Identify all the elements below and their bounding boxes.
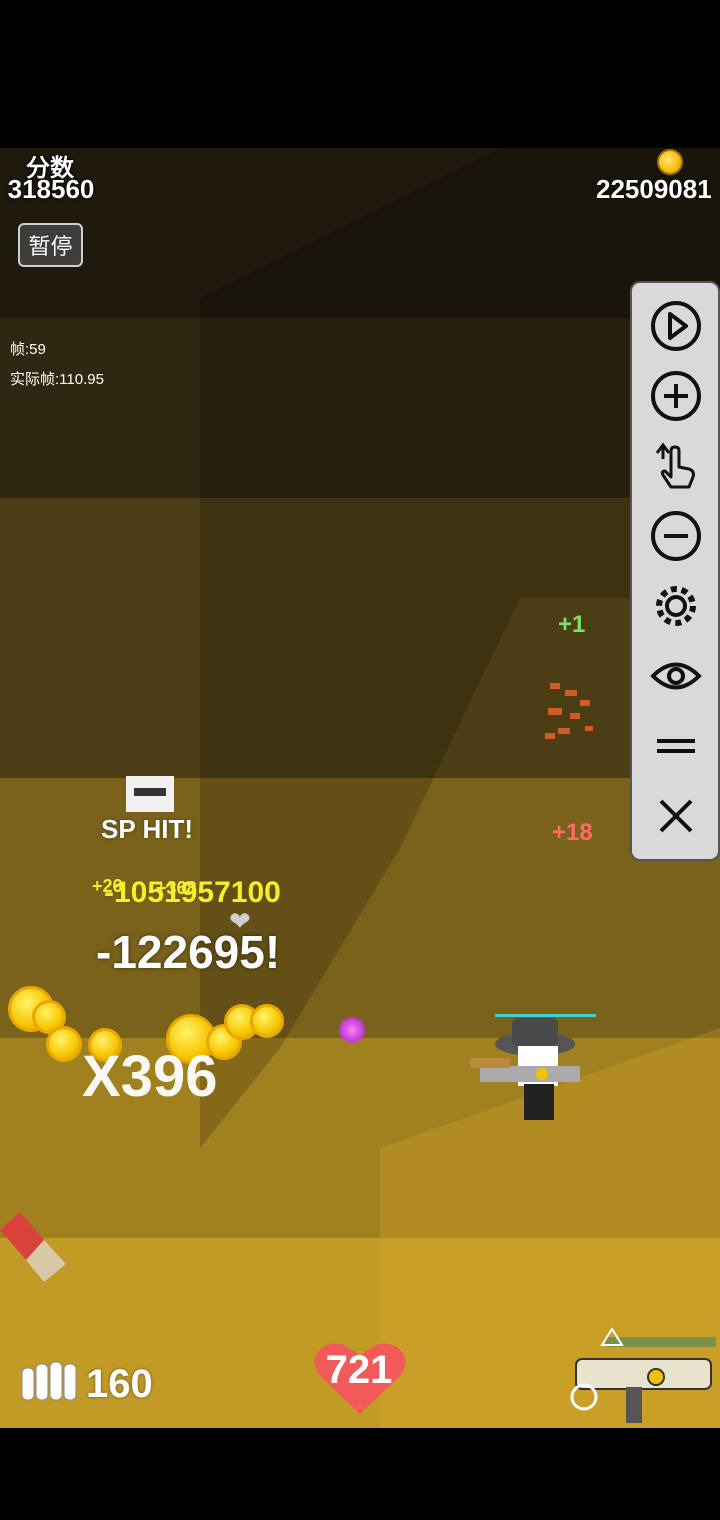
coin-icon [657,149,683,175]
zoom-in-button[interactable] [647,367,705,425]
coin-count: 22509081 [596,174,712,204]
menu-button[interactable] [647,717,705,775]
sp-hit-text: SP HIT! [101,814,193,844]
score-value: 318560 [7,174,95,204]
coin-pickup [250,1004,284,1038]
pause-button[interactable]: 暂停 [18,223,83,267]
small-gain-text-2: +368 [156,878,197,898]
magic-orb [338,1016,366,1044]
rifle-weapon-icon [570,1327,716,1423]
fps-readout: 帧:59 [10,341,46,358]
play-icon [651,301,701,351]
view-button[interactable] [647,647,705,705]
eye-icon [650,662,702,690]
hit-particles [545,683,593,739]
plus-eighteen-text: +18 [552,819,593,846]
player-character [470,1014,596,1120]
hand-pointer-icon [655,442,695,489]
settings-button[interactable] [647,577,705,635]
minus-circle-icon [651,511,701,561]
tap-button[interactable] [647,437,705,495]
dropped-item-icon [0,1212,66,1282]
floating-tool-menu [630,281,720,861]
plus-circle-icon [651,371,701,421]
zoom-out-button[interactable] [647,507,705,565]
small-gain-text: +26 [92,876,123,896]
slope-shadow [200,148,720,1428]
close-icon [659,799,693,833]
real-fps-readout: 实际帧:110.95 [10,371,104,388]
play-button[interactable] [647,297,705,355]
hp-value: 721 [325,1348,393,1392]
coin-pickup [46,1026,82,1062]
damage-big-text: -122695! [96,926,281,978]
equals-icon [657,739,695,753]
gear-icon [656,586,696,626]
game-viewport[interactable]: ❤ [0,148,720,1428]
ammo-icon [21,1361,77,1401]
heal-plus-one-text: +1 [558,611,586,638]
sunglasses-icon [126,776,174,812]
close-menu-button[interactable] [647,787,705,845]
combo-counter: X396 [82,1044,218,1109]
ammo-count: 160 [86,1362,153,1406]
